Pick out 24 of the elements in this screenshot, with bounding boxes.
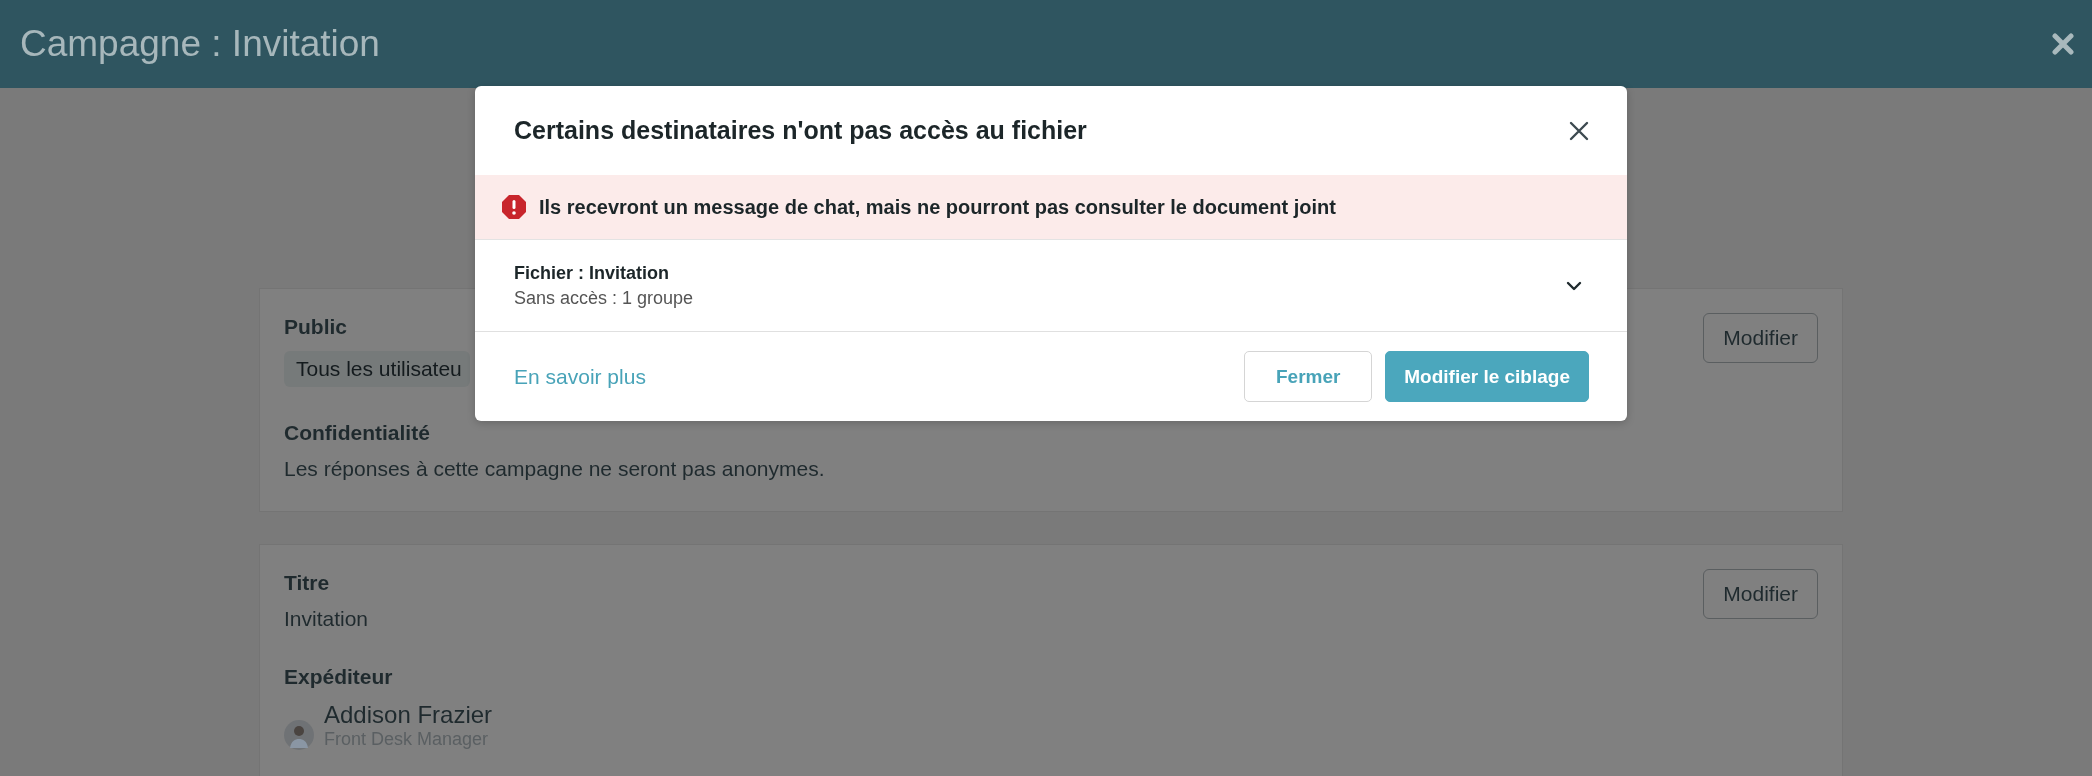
alert-text: Ils recevront un message de chat, mais ne pourront pas consulter le document joint — [539, 195, 1336, 219]
section-label: Confidentialité — [284, 421, 430, 445]
sender-name: Addison Frazier — [324, 701, 493, 729]
close-button[interactable]: Fermer — [1244, 351, 1373, 402]
avatar-icon — [284, 720, 314, 750]
page-title: Campagne : Invitation — [20, 23, 380, 65]
file-row[interactable]: Fichier : Invitation Sans accès : 1 groupe — [475, 240, 1627, 332]
section-label: Expéditeur — [284, 665, 393, 689]
file-name: Fichier : Invitation — [514, 262, 670, 284]
section-label: Titre — [284, 571, 330, 595]
close-icon[interactable] — [1569, 120, 1589, 141]
section-label: Public — [284, 315, 347, 339]
section-text: Invitation — [284, 607, 369, 631]
learn-more-link[interactable]: En savoir plus — [514, 364, 646, 389]
close-icon[interactable] — [2052, 33, 2074, 55]
dialog-title: Certains destinataires n'ont pas accès au fichier — [514, 116, 1087, 145]
primary-button[interactable]: Modifier le ciblage — [1385, 351, 1589, 402]
edit-button[interactable]: Modifier — [1703, 569, 1818, 619]
error-icon — [501, 194, 527, 220]
file-detail: Sans accès : 1 groupe — [514, 287, 694, 309]
edit-button[interactable]: Modifier — [1703, 313, 1818, 363]
audience-tag: Tous les utilisateu — [284, 351, 470, 387]
section-text: Les réponses à cette campagne ne seront pas anonymes. — [284, 457, 825, 481]
chevron-icon[interactable] — [1565, 279, 1583, 292]
